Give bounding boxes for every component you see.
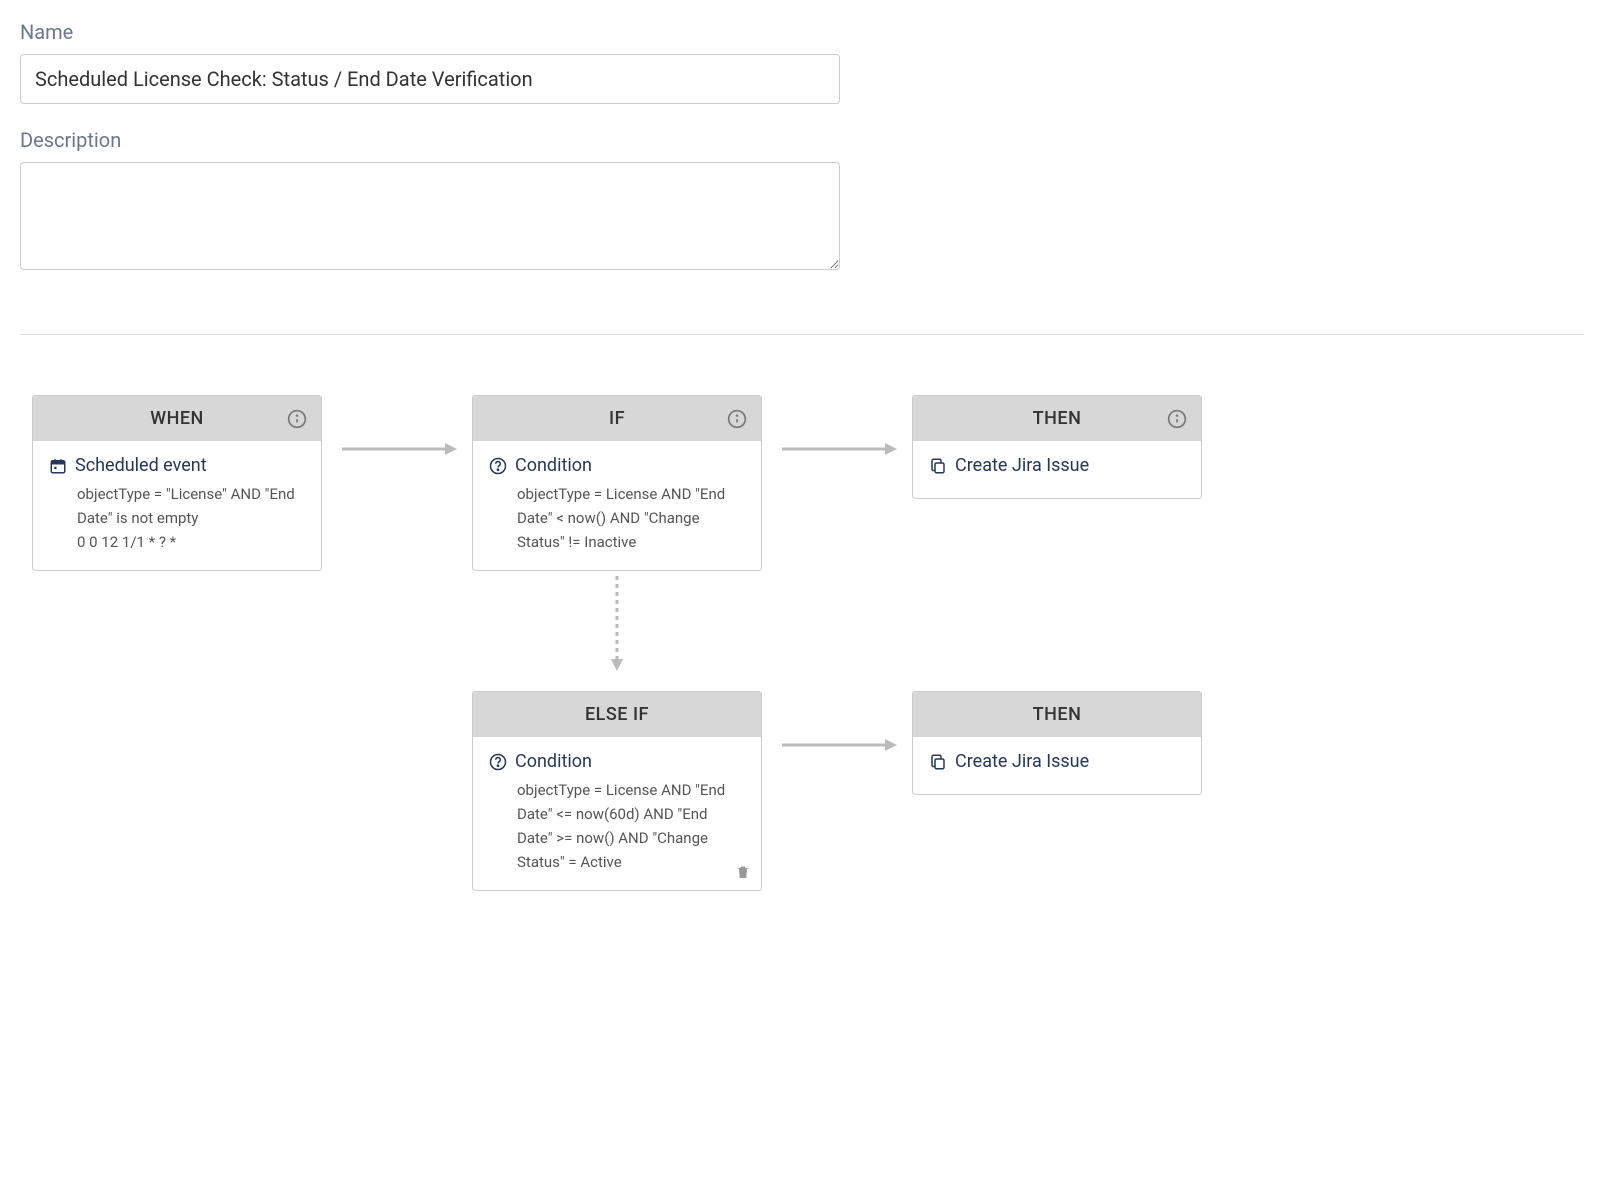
then-box-2[interactable]: THEN Create Jira Issue — [912, 691, 1202, 795]
then-box-1[interactable]: THEN Create Jira Issue — [912, 395, 1202, 499]
description-group: Description — [20, 128, 1584, 274]
then-title-2: Create Jira Issue — [955, 751, 1089, 772]
when-box[interactable]: WHEN Scheduled event objectType = "Licen… — [32, 395, 322, 571]
when-detail-1: objectType = "License" AND "End Date" is… — [77, 482, 305, 530]
if-details: objectType = License AND "End Date" < no… — [489, 482, 745, 554]
then-header-1: THEN — [913, 396, 1201, 441]
if-title-row: Condition — [489, 455, 745, 476]
then-body-2: Create Jira Issue — [913, 737, 1201, 794]
then-header-2: THEN — [913, 692, 1201, 737]
when-title: Scheduled event — [75, 455, 207, 476]
when-title-row: Scheduled event — [49, 455, 305, 476]
description-label: Description — [20, 128, 1584, 152]
then-title-row-2: Create Jira Issue — [929, 751, 1185, 772]
trash-icon[interactable] — [735, 864, 751, 880]
info-icon[interactable] — [1167, 409, 1187, 429]
elseif-detail-1: objectType = License AND "End Date" <= n… — [517, 778, 745, 874]
if-header: IF — [473, 396, 761, 441]
when-body: Scheduled event objectType = "License" A… — [33, 441, 321, 570]
elseif-title: Condition — [515, 751, 592, 772]
name-group: Name — [20, 20, 1584, 104]
then-header-2-label: THEN — [1033, 704, 1082, 725]
elseif-details: objectType = License AND "End Date" <= n… — [489, 778, 745, 874]
elseif-box[interactable]: ELSE IF Condition objectType = License A… — [472, 691, 762, 891]
info-icon[interactable] — [727, 409, 747, 429]
flow-diagram: WHEN Scheduled event objectType = "Licen… — [32, 395, 1584, 891]
arrow-if-then — [762, 425, 912, 473]
description-textarea[interactable] — [20, 162, 840, 270]
name-label: Name — [20, 20, 1584, 44]
elseif-header-label: ELSE IF — [585, 704, 649, 725]
copy-icon — [929, 753, 947, 771]
info-icon[interactable] — [287, 409, 307, 429]
calendar-icon — [49, 457, 67, 475]
arrow-elseif-then — [762, 721, 912, 769]
copy-icon — [929, 457, 947, 475]
name-input[interactable] — [20, 54, 840, 104]
question-icon — [489, 753, 507, 771]
question-icon — [489, 457, 507, 475]
elseif-header: ELSE IF — [473, 692, 761, 737]
when-header: WHEN — [33, 396, 321, 441]
then-title-1: Create Jira Issue — [955, 455, 1089, 476]
then-header-1-label: THEN — [1033, 408, 1082, 429]
form-section: Name Description — [20, 20, 1584, 274]
elseif-body: Condition objectType = License AND "End … — [473, 737, 761, 890]
if-header-label: IF — [609, 408, 625, 429]
arrow-if-elseif — [472, 571, 762, 671]
if-box[interactable]: IF Condition objectType = License AND "E… — [472, 395, 762, 571]
if-title: Condition — [515, 455, 592, 476]
when-header-label: WHEN — [150, 408, 204, 429]
if-body: Condition objectType = License AND "End … — [473, 441, 761, 570]
arrow-when-if — [322, 425, 472, 473]
then-title-row-1: Create Jira Issue — [929, 455, 1185, 476]
when-details: objectType = "License" AND "End Date" is… — [49, 482, 305, 554]
divider — [20, 334, 1584, 335]
if-detail-1: objectType = License AND "End Date" < no… — [517, 482, 745, 554]
elseif-title-row: Condition — [489, 751, 745, 772]
when-detail-2: 0 0 12 1/1 * ? * — [77, 530, 305, 554]
then-body-1: Create Jira Issue — [913, 441, 1201, 498]
